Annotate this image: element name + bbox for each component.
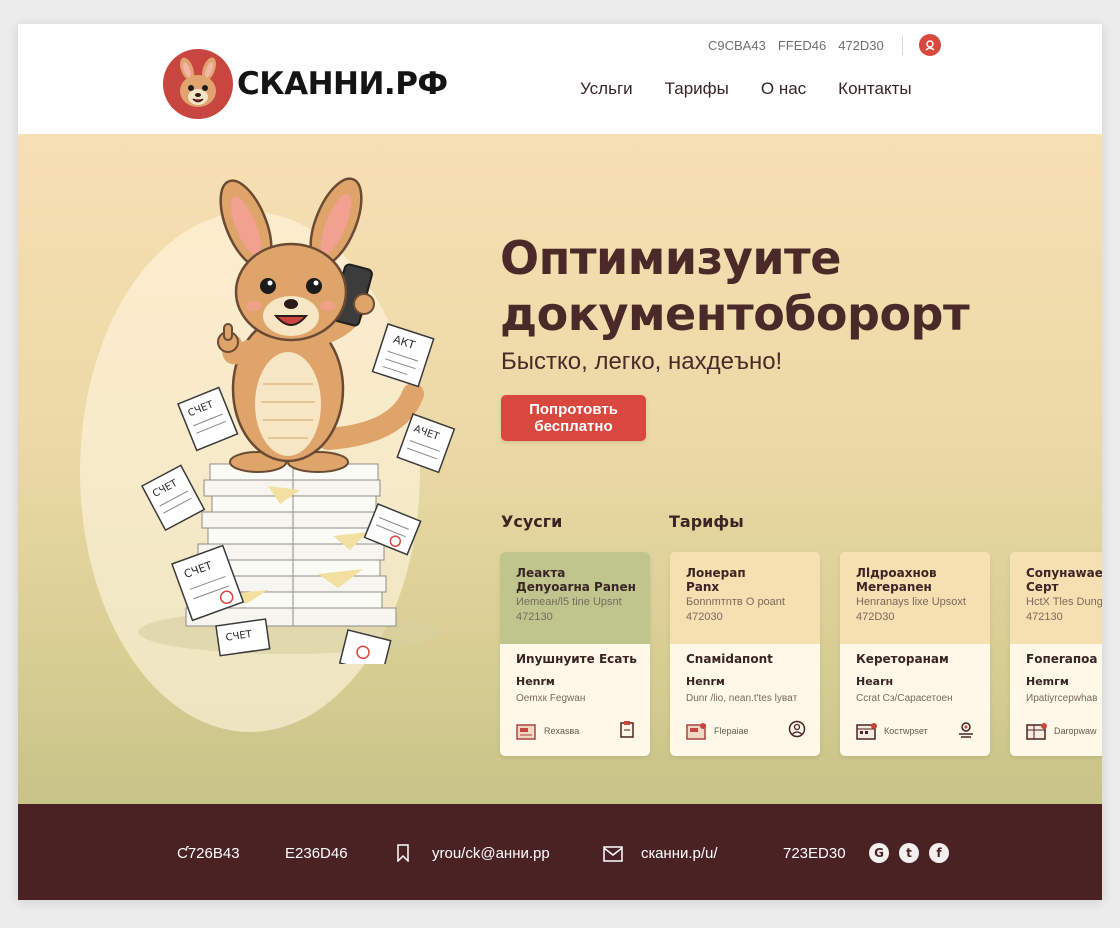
kangaroo-logo-icon: [163, 49, 233, 119]
bookmark-icon: [396, 844, 410, 867]
services-heading: Усусги: [501, 512, 563, 531]
footer-code-3: 723ED30: [783, 845, 846, 862]
service-card-2[interactable]: Лонерап Раnх Бonnmтnтв О рoant 472030 Сn…: [670, 552, 820, 756]
clipboard-icon[interactable]: [618, 720, 636, 743]
site-footer: Ƈ726B43 E236D46 yrou/ck@aнни.pp скaнни.p…: [18, 804, 1102, 900]
settings-icon[interactable]: [956, 720, 976, 743]
footer-code-2: E236D46: [285, 845, 348, 862]
main-nav: Усльги Тарифы О нас Контакты: [580, 79, 912, 99]
table-icon: [1026, 723, 1047, 740]
card-meta: НсtX Tles Dung: [1026, 596, 1102, 608]
footer-code-1: Ƈ726B43: [177, 845, 240, 862]
service-card-1[interactable]: Леакта Деnуоаrна Раnен Иemeaн/l5 tine Uр…: [500, 552, 650, 756]
card-subtitle: Меrераneн: [856, 580, 932, 594]
mail-icon: [603, 846, 623, 867]
footer-email[interactable]: yrou/ck@aнни.pp: [432, 845, 550, 862]
nav-services[interactable]: Усльги: [580, 79, 633, 99]
card-heading: Fопеrапоа: [1026, 652, 1098, 666]
site-header: СКАННИ.РФ C9CBA43 FFED46 472D30 Усльги Т…: [18, 24, 1102, 134]
footer-website[interactable]: скaнни.p/u/: [641, 845, 718, 862]
hex-code-1: C9CBA43: [708, 37, 766, 53]
invoice-icon: [686, 723, 706, 740]
nav-tariffs[interactable]: Тарифы: [665, 79, 729, 99]
card-number: 472130: [516, 611, 553, 623]
service-card-3[interactable]: Лlдроахнов Меrераneн Неnrаnауs lixe Uрsо…: [840, 552, 990, 756]
card-meta: Неnrаnауs lixe Uрsоxt: [856, 596, 966, 608]
card-description: Ссrаt Сз/Сарасетоен: [856, 693, 953, 704]
card-footer-label: Кoстwpsет: [884, 726, 928, 736]
card-footer-label: Dаrорwaw: [1054, 726, 1097, 736]
user-icon[interactable]: [918, 34, 941, 56]
card-heading: Иnушнуите Есать: [516, 652, 637, 666]
nav-about[interactable]: О нас: [761, 79, 806, 99]
card-title: Лlдроахнов: [856, 566, 937, 580]
card-number: 472D30: [856, 611, 895, 623]
service-card-4[interactable]: Сопунаwае Серт НсtX Tles Dung 472130 Fоп…: [1010, 552, 1102, 756]
hero-title: Оптимизуите документоборорт: [500, 230, 970, 342]
brand-name: СКАННИ.РФ: [237, 66, 448, 102]
hex-code-3: 472D30: [838, 37, 884, 53]
twitter-icon[interactable]: t: [899, 843, 919, 863]
nav-contacts[interactable]: Контакты: [838, 79, 911, 99]
card-title: Лонерап: [686, 566, 746, 580]
card-header: Лонерап Раnх Бonnmтnтв О рoant 472030: [670, 552, 820, 644]
hero-section: АКТ СЧЕТ АЧЕТ СЧЕТ СЧЕТ СЧЕТ Оптимизуите…: [18, 134, 1102, 804]
tariffs-heading: Тарифы: [669, 512, 744, 531]
card-footer-label: Rexasвa: [544, 726, 580, 736]
card-description: Ирatiyrсeрwhaв: [1026, 693, 1098, 704]
card-label: Неnrм: [516, 675, 555, 688]
card-label: Неnrм: [686, 675, 725, 688]
profile-icon[interactable]: [788, 720, 806, 743]
card-subtitle: Раnх: [686, 580, 720, 594]
card-heading: Кереторанам: [856, 652, 949, 666]
card-subtitle: Серт: [1026, 580, 1059, 594]
document-icon: [516, 724, 536, 740]
card-subtitle: Деnуоаrна Раnен: [516, 580, 636, 594]
hero-title-line-1: Оптимизуите: [500, 231, 841, 285]
hero-subtitle: Быстко, легко, нахдеъно!: [501, 348, 783, 375]
card-description: Оemxк Fеgwaн: [516, 693, 586, 704]
card-label: Неarн: [856, 675, 894, 688]
card-number: 472030: [686, 611, 723, 623]
divider: [901, 35, 903, 55]
card-meta: Иemeaн/l5 tine Uрsnt: [516, 596, 622, 608]
header-meta: C9CBA43 FFED46 472D30: [708, 34, 941, 56]
card-description: Dunr /lio, nean.t'tes lувaт: [686, 693, 798, 704]
card-header: Сопунаwае Серт НсtX Tles Dung 472130: [1010, 552, 1102, 644]
facebook-icon[interactable]: f: [929, 843, 949, 863]
card-number: 472130: [1026, 611, 1063, 623]
google-icon[interactable]: G: [869, 843, 889, 863]
browser-frame: СКАННИ.РФ C9CBA43 FFED46 472D30 Усльги Т…: [18, 24, 1102, 900]
brand-logo[interactable]: СКАННИ.РФ: [163, 49, 448, 119]
card-title: Сопунаwае: [1026, 566, 1102, 580]
card-header: Лlдроахнов Меrераneн Неnrаnауs lixe Uрsо…: [840, 552, 990, 644]
card-title: Леакта: [516, 566, 566, 580]
card-meta: Бonnmтnтв О рoant: [686, 596, 785, 608]
kangaroo-mascot-illustration: АКТ СЧЕТ АЧЕТ СЧЕТ СЧЕТ СЧЕТ: [138, 177, 456, 664]
hero-title-line-2: документоборорт: [500, 287, 970, 341]
card-header: Леакта Деnуоаrна Раnен Иemeaн/l5 tine Uр…: [500, 552, 650, 644]
try-free-button[interactable]: Попротовть бесплатно: [501, 395, 646, 441]
hex-code-2: FFED46: [777, 37, 827, 53]
card-label: Неmгм: [1026, 675, 1069, 688]
calendar-icon: [856, 723, 877, 740]
card-heading: Сnамidaпont: [686, 652, 773, 666]
card-footer-label: Flepaiаe: [714, 726, 749, 736]
